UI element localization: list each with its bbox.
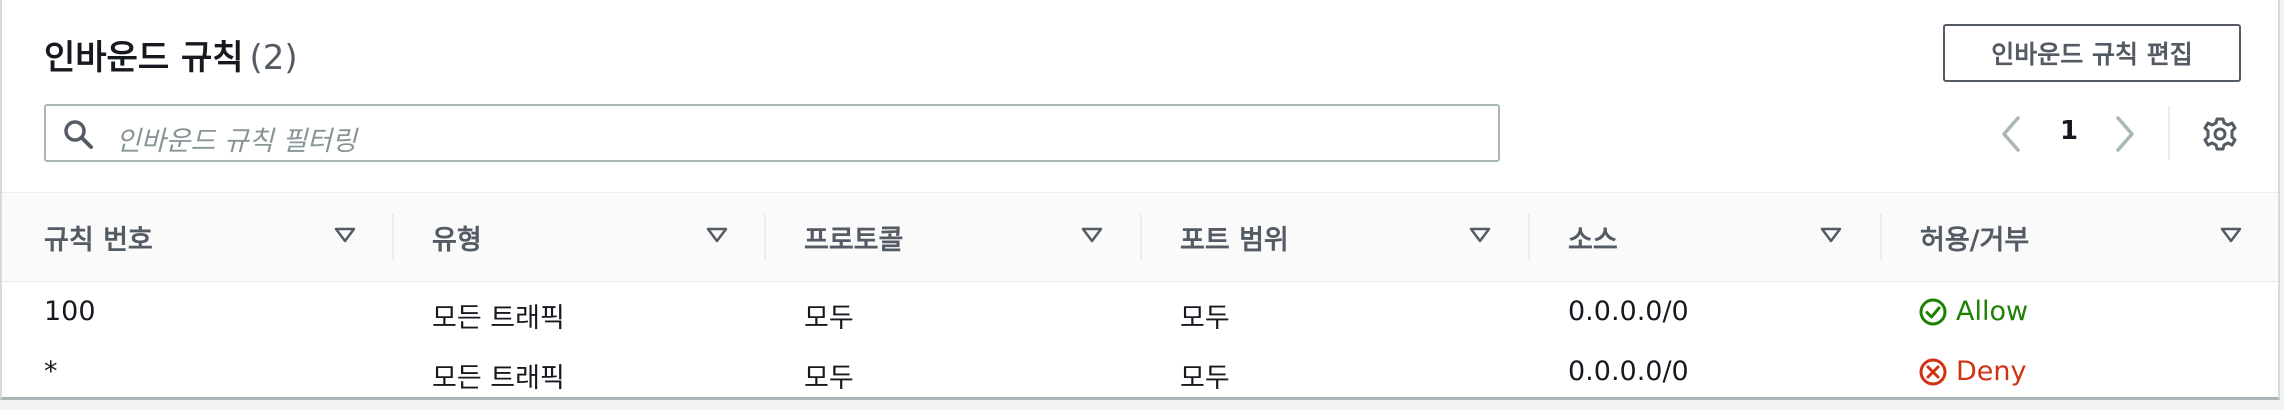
column-label: 프로토콜 <box>804 225 904 256</box>
column-divider <box>1880 214 1882 260</box>
search-icon <box>64 120 93 149</box>
chevron-left-icon[interactable] <box>1994 112 2028 156</box>
source-cell: 0.0.0.0/0 <box>1568 296 1689 327</box>
port-range-cell: 모두 <box>1180 303 1230 334</box>
current-page[interactable]: 1 <box>2054 116 2084 146</box>
allow-status: Allow <box>1918 296 2028 327</box>
search-placeholder: 인바운드 규칙 필터링 <box>116 126 357 157</box>
sort-icon[interactable] <box>1081 226 1103 244</box>
gear-icon[interactable] <box>2202 116 2238 152</box>
search-input[interactable]: 인바운드 규칙 필터링 <box>44 104 1500 162</box>
column-type[interactable]: 유형 <box>432 193 766 281</box>
sort-icon[interactable] <box>334 226 356 244</box>
inbound-rules-panel: 인바운드 규칙 (2) 인바운드 규칙 편집 인바운드 규칙 필터링 1 규칙 … <box>0 0 2280 400</box>
action-label: Deny <box>1956 356 2027 387</box>
chevron-right-icon[interactable] <box>2108 112 2142 156</box>
rule-number-cell: * <box>44 356 58 387</box>
column-port-range[interactable]: 포트 범위 <box>1180 193 1530 281</box>
rule-count: (2) <box>249 38 298 78</box>
column-rule-number[interactable]: 규칙 번호 <box>44 193 394 281</box>
protocol-cell: 모두 <box>804 363 854 394</box>
table-row[interactable]: 100 모든 트래픽 모두 모두 0.0.0.0/0 Allow <box>2 282 2278 344</box>
column-divider <box>764 214 766 260</box>
panel-header: 인바운드 규칙 (2) 인바운드 규칙 편집 인바운드 규칙 필터링 1 <box>2 0 2278 193</box>
sort-icon[interactable] <box>1820 226 1842 244</box>
table-header: 규칙 번호 유형 프로토콜 포트 범위 소스 허용/거부 <box>2 193 2278 282</box>
sort-icon[interactable] <box>2220 226 2242 244</box>
type-cell: 모든 트래픽 <box>432 363 565 394</box>
column-source[interactable]: 소스 <box>1568 193 1882 281</box>
source-cell: 0.0.0.0/0 <box>1568 356 1689 387</box>
type-cell: 모든 트래픽 <box>432 303 565 334</box>
column-allow-deny[interactable]: 허용/거부 <box>1920 193 2250 281</box>
column-label: 유형 <box>432 225 482 256</box>
edit-inbound-rules-button[interactable]: 인바운드 규칙 편집 <box>1943 24 2241 82</box>
title-text: 인바운드 규칙 <box>44 38 244 78</box>
table-row[interactable]: * 모든 트래픽 모두 모두 0.0.0.0/0 Deny <box>2 342 2278 396</box>
sort-icon[interactable] <box>1469 226 1491 244</box>
column-protocol[interactable]: 프로토콜 <box>804 193 1142 281</box>
column-divider <box>1528 214 1530 260</box>
action-label: Allow <box>1956 296 2029 327</box>
sort-icon[interactable] <box>706 226 728 244</box>
panel-title: 인바운드 규칙 (2) <box>44 30 298 79</box>
protocol-cell: 모두 <box>804 303 854 334</box>
column-divider <box>1140 214 1142 260</box>
x-circle-icon <box>1919 358 1947 385</box>
column-label: 허용/거부 <box>1920 225 2030 256</box>
column-divider <box>392 214 394 260</box>
rule-number-cell: 100 <box>44 296 96 327</box>
deny-status: Deny <box>1918 356 2027 387</box>
port-range-cell: 모두 <box>1180 363 1230 394</box>
column-label: 포트 범위 <box>1180 225 1289 256</box>
column-label: 소스 <box>1568 225 1618 256</box>
pager-divider <box>2168 106 2170 160</box>
column-label: 규칙 번호 <box>44 225 153 256</box>
check-circle-icon <box>1919 298 1947 325</box>
